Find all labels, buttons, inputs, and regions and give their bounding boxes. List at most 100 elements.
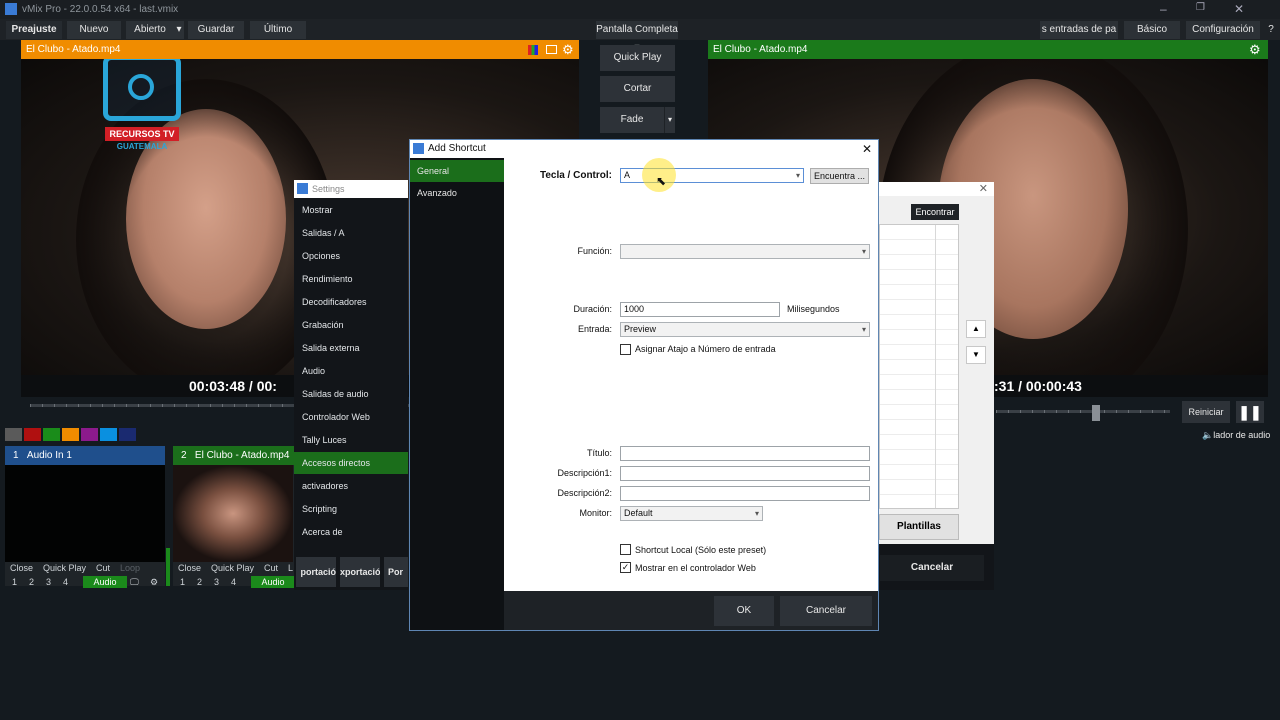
settings-item-salida-externa[interactable]: Salida externa xyxy=(294,337,408,359)
tab-advanced[interactable]: Avanzado xyxy=(410,182,504,204)
find-key-button[interactable]: Encuentra ... xyxy=(810,168,869,184)
overlay-2-button[interactable]: 2 xyxy=(29,577,34,587)
monitor-dropdown[interactable]: Default ▾ xyxy=(620,506,763,521)
settings-cancel-button[interactable]: Cancelar xyxy=(880,555,984,581)
settings-item-rendimiento[interactable]: Rendimiento xyxy=(294,268,408,290)
gear-icon[interactable]: ⚙ xyxy=(150,577,158,588)
input-tile[interactable]: 1 Audio In 1 Close Quick Play Cut Loop 1… xyxy=(5,446,165,588)
overlay-4-button[interactable]: 4 xyxy=(63,577,68,587)
overlay-4-button[interactable]: 4 xyxy=(231,577,236,587)
input-dropdown[interactable]: Preview ▾ xyxy=(620,322,870,337)
fade-dropdown-icon[interactable]: ▾ xyxy=(664,107,675,133)
settings-item-scripting[interactable]: Scripting xyxy=(294,498,408,520)
settings-button[interactable]: Configuración xyxy=(1186,21,1260,39)
open-dropdown-icon[interactable]: ▾ xyxy=(174,21,184,39)
swatch-navy[interactable] xyxy=(119,428,136,441)
settings-item-acerca-de[interactable]: Acerca de xyxy=(294,521,408,543)
ok-button[interactable]: OK xyxy=(714,596,774,626)
pause-icon[interactable]: ❚❚ xyxy=(1236,401,1264,423)
description2-input[interactable] xyxy=(620,486,870,501)
minimize-icon[interactable]: – xyxy=(1160,2,1167,16)
title-input[interactable] xyxy=(620,446,870,461)
last-button[interactable]: Último xyxy=(250,21,306,39)
settings-item-mostrar[interactable]: Mostrar xyxy=(294,199,408,221)
new-button[interactable]: Nuevo xyxy=(67,21,121,39)
settings-item-activadores[interactable]: activadores xyxy=(294,475,408,497)
open-button[interactable]: Abierto xyxy=(126,21,174,39)
settings-item-accesos-directos[interactable]: Accesos directos xyxy=(294,452,408,474)
local-shortcut-checkbox[interactable] xyxy=(620,544,631,555)
help-button[interactable]: ? xyxy=(1264,21,1278,39)
description1-input[interactable] xyxy=(620,466,870,481)
save-button[interactable]: Guardar xyxy=(188,21,244,39)
cut-input-button[interactable]: Cut xyxy=(264,563,278,573)
settings-item-opciones[interactable]: Opciones xyxy=(294,245,408,267)
swatch-orange[interactable] xyxy=(62,428,79,441)
export-button[interactable]: xportació xyxy=(340,557,380,587)
overlay-1-button[interactable]: 1 xyxy=(12,577,17,587)
tab-general[interactable]: General xyxy=(410,160,504,182)
input-thumbnail[interactable] xyxy=(173,465,293,562)
show-web-controller-checkbox[interactable]: ✓ xyxy=(620,562,631,573)
settings-item-controlador-web[interactable]: Controlador Web xyxy=(294,406,408,428)
cut-input-button[interactable]: Cut xyxy=(96,563,110,573)
settings-item-tally-luces[interactable]: Tally Luces xyxy=(294,429,408,451)
settings-item-grabación[interactable]: Grabación xyxy=(294,314,408,336)
move-up-icon[interactable]: ▲ xyxy=(966,320,986,338)
quick-play-input-button[interactable]: Quick Play xyxy=(43,563,86,573)
swatch-green[interactable] xyxy=(43,428,60,441)
cancel-button[interactable]: Cancelar xyxy=(780,596,872,626)
color-picker-icon[interactable] xyxy=(528,45,538,55)
monitor-icon[interactable]: 🖵 xyxy=(130,577,139,588)
function-dropdown[interactable]: ▾ xyxy=(620,244,870,259)
default-button[interactable]: Por c xyxy=(384,557,408,587)
move-down-icon[interactable]: ▼ xyxy=(966,346,986,364)
preset-button[interactable]: Preajuste xyxy=(6,21,62,39)
gear-icon[interactable]: ⚙ xyxy=(562,40,574,59)
fade-button[interactable]: Fade xyxy=(600,107,664,133)
loop-input-button[interactable]: L xyxy=(288,563,293,573)
quick-play-button[interactable]: Quick Play xyxy=(600,45,675,71)
maximize-icon[interactable]: ❐ xyxy=(1196,2,1205,13)
overlay-2-button[interactable]: 2 xyxy=(197,577,202,587)
audio-toggle-button[interactable]: Audio xyxy=(251,576,295,588)
close-input-button[interactable]: Close xyxy=(10,563,33,573)
logo-text-1: RECURSOS TV xyxy=(105,127,179,141)
loop-input-button[interactable]: Loop xyxy=(120,563,140,573)
output-scrubber[interactable] xyxy=(996,410,1170,413)
basic-button[interactable]: Básico xyxy=(1124,21,1180,39)
gear-icon[interactable]: ⚙ xyxy=(1249,40,1261,59)
restart-button[interactable]: Reiniciar xyxy=(1182,401,1230,423)
overlay-1-button[interactable]: 1 xyxy=(180,577,185,587)
shortcuts-table[interactable] xyxy=(879,224,959,509)
assign-input-checkbox[interactable] xyxy=(620,344,631,355)
overlay-3-button[interactable]: 3 xyxy=(214,577,219,587)
settings-item-decodificadores[interactable]: Decodificadores xyxy=(294,291,408,313)
overlay-3-button[interactable]: 3 xyxy=(46,577,51,587)
templates-button[interactable]: Plantillas xyxy=(879,514,959,540)
close-icon[interactable]: ✕ xyxy=(979,182,988,195)
settings-item-salidas-a[interactable]: Salidas / A xyxy=(294,222,408,244)
swatch-blue[interactable] xyxy=(100,428,117,441)
close-input-button[interactable]: Close xyxy=(178,563,201,573)
cut-button[interactable]: Cortar xyxy=(600,76,675,102)
duration-input[interactable]: 1000 xyxy=(620,302,780,317)
swatch-red[interactable] xyxy=(24,428,41,441)
import-button[interactable]: portació xyxy=(296,557,336,587)
find-shortcut-button[interactable]: Encontrar xyxy=(911,204,959,220)
input-rows-button[interactable]: s entradas de pa xyxy=(1040,21,1118,39)
layers-icon[interactable] xyxy=(546,45,557,54)
audio-mixer-link[interactable]: 🔈lador de audio xyxy=(1202,430,1270,441)
input-tile-header[interactable]: 1 Audio In 1 xyxy=(5,446,165,465)
close-icon[interactable]: ✕ xyxy=(1234,2,1244,16)
settings-item-salidas-de-audio[interactable]: Salidas de audio xyxy=(294,383,408,405)
output-scrubber-handle[interactable] xyxy=(1092,405,1100,421)
swatch-purple[interactable] xyxy=(81,428,98,441)
fullscreen-button[interactable]: Pantalla Completa ▾ xyxy=(596,21,678,53)
input-thumbnail[interactable] xyxy=(5,465,165,562)
close-icon[interactable]: ✕ xyxy=(862,140,872,158)
settings-item-audio[interactable]: Audio xyxy=(294,360,408,382)
quick-play-input-button[interactable]: Quick Play xyxy=(211,563,254,573)
audio-toggle-button[interactable]: Audio xyxy=(83,576,127,588)
swatch-gray[interactable] xyxy=(5,428,22,441)
